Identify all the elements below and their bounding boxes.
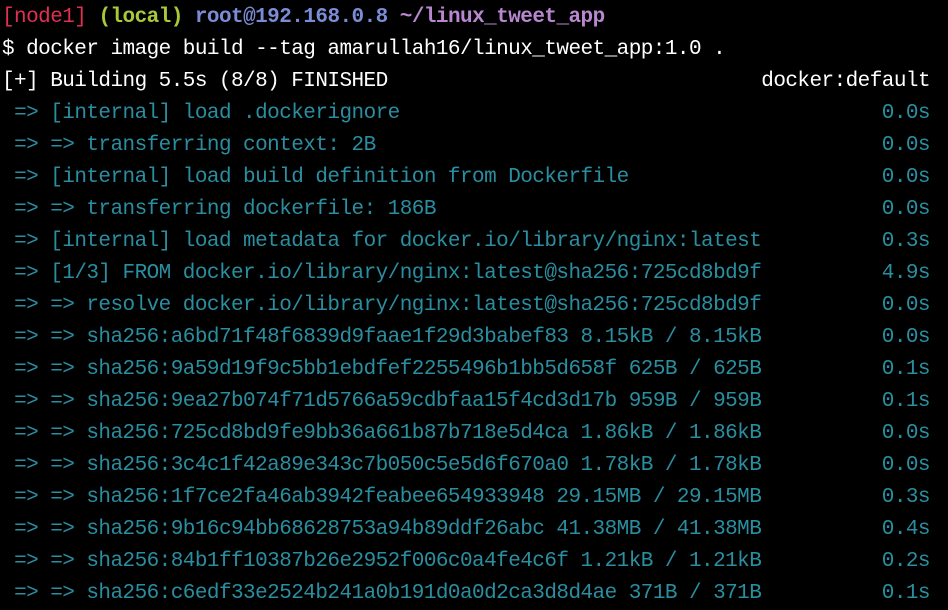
build-step-row: => => sha256:1f7ce2fa46ab3942feabee65493… <box>2 482 948 514</box>
build-step-text: => => resolve docker.io/library/nginx:la… <box>14 294 762 317</box>
build-step-row: => => sha256:9b16c94bb68628753a94b89ddf2… <box>2 514 948 546</box>
build-step-text: => => sha256:84b1ff10387b26e2952f006c0a4… <box>14 550 762 573</box>
build-step-time: 0.1s <box>881 390 931 413</box>
build-step-time: 0.0s <box>881 134 931 157</box>
build-step-row: => => sha256:9a59d19f9c5bb1ebdfef2255496… <box>2 354 948 386</box>
build-step-time: 0.1s <box>881 582 931 605</box>
build-step-time: 0.4s <box>881 518 931 541</box>
build-status-text: [+] Building 5.5s (8/8) FINISHED <box>2 70 388 93</box>
build-step-time: 0.3s <box>881 486 931 509</box>
prompt-env: (local) <box>98 6 183 29</box>
build-step-time: 0.0s <box>881 326 931 349</box>
build-step-text: => => sha256:9b16c94bb68628753a94b89ddf2… <box>14 518 762 541</box>
terminal-window[interactable]: [node1] (local) root@192.168.0.8 ~/linux… <box>0 0 948 610</box>
build-step-row: => => sha256:c6edf33e2524b241a0b191d0a0d… <box>2 578 948 610</box>
build-step-text: => => sha256:1f7ce2fa46ab3942feabee65493… <box>14 486 762 509</box>
build-step-time: 0.0s <box>881 198 931 221</box>
build-step-text: => [1/3] FROM docker.io/library/nginx:la… <box>14 262 762 285</box>
build-step-text: => [internal] load metadata for docker.i… <box>14 230 762 253</box>
build-step-time: 0.0s <box>881 294 931 317</box>
build-step-text: => [internal] load .dockerignore <box>14 102 400 125</box>
build-step-time: 0.3s <box>881 230 931 253</box>
build-step-time: 0.2s <box>881 550 931 573</box>
build-step-text: => => sha256:9ea27b074f71d5766a59cdbfaa1… <box>14 390 762 413</box>
build-step-row: => [internal] load .dockerignore 0.0s <box>2 98 948 130</box>
prompt-line: [node1] (local) root@192.168.0.8 ~/linux… <box>2 2 948 34</box>
build-step-text: => => sha256:3c4c1f42a89e343c7b050c5e5d6… <box>14 454 762 477</box>
build-step-row: => => sha256:a6bd71f48f6839d9faae1f29d3b… <box>2 322 948 354</box>
prompt-node: [node1] <box>2 6 87 29</box>
command-line: $ docker image build --tag amarullah16/l… <box>2 38 726 61</box>
build-step-row: => => sha256:3c4c1f42a89e343c7b050c5e5d6… <box>2 450 948 482</box>
build-step-row: => => sha256:725cd8bd9fe9bb36a661b87b718… <box>2 418 948 450</box>
build-step-text: => => transferring context: 2B <box>14 134 376 157</box>
builder-name: docker:default <box>761 70 930 93</box>
build-step-row: => => sha256:84b1ff10387b26e2952f006c0a4… <box>2 546 948 578</box>
build-step-row: => [internal] load metadata for docker.i… <box>2 226 948 258</box>
build-steps-list: => [internal] load .dockerignore 0.0s => … <box>2 98 948 610</box>
build-step-time: 0.0s <box>881 454 931 477</box>
build-step-time: 4.9s <box>881 262 931 285</box>
prompt-path: ~/linux_tweet_app <box>399 6 605 29</box>
build-step-time: 0.0s <box>881 102 931 125</box>
build-step-time: 0.0s <box>881 422 931 445</box>
build-step-row: => [1/3] FROM docker.io/library/nginx:la… <box>2 258 948 290</box>
build-step-text: => => transferring dockerfile: 186B <box>14 198 436 221</box>
prompt-user-host: root@192.168.0.8 <box>194 6 388 29</box>
build-step-text: => => sha256:9a59d19f9c5bb1ebdfef2255496… <box>14 358 762 381</box>
build-step-row: => => resolve docker.io/library/nginx:la… <box>2 290 948 322</box>
build-step-text: => => sha256:c6edf33e2524b241a0b191d0a0d… <box>14 582 762 605</box>
build-step-text: => => sha256:a6bd71f48f6839d9faae1f29d3b… <box>14 326 762 349</box>
build-step-row: => => transferring context: 2B 0.0s <box>2 130 948 162</box>
build-step-time: 0.0s <box>881 166 931 189</box>
build-step-row: => => transferring dockerfile: 186B 0.0s <box>2 194 948 226</box>
build-step-row: => [internal] load build definition from… <box>2 162 948 194</box>
build-step-row: => => sha256:9ea27b074f71d5766a59cdbfaa1… <box>2 386 948 418</box>
build-step-time: 0.1s <box>881 358 931 381</box>
build-step-text: => => sha256:725cd8bd9fe9bb36a661b87b718… <box>14 422 762 445</box>
build-status-line: [+] Building 5.5s (8/8) FINISHED docker:d… <box>2 66 948 98</box>
build-step-text: => [internal] load build definition from… <box>14 166 629 189</box>
